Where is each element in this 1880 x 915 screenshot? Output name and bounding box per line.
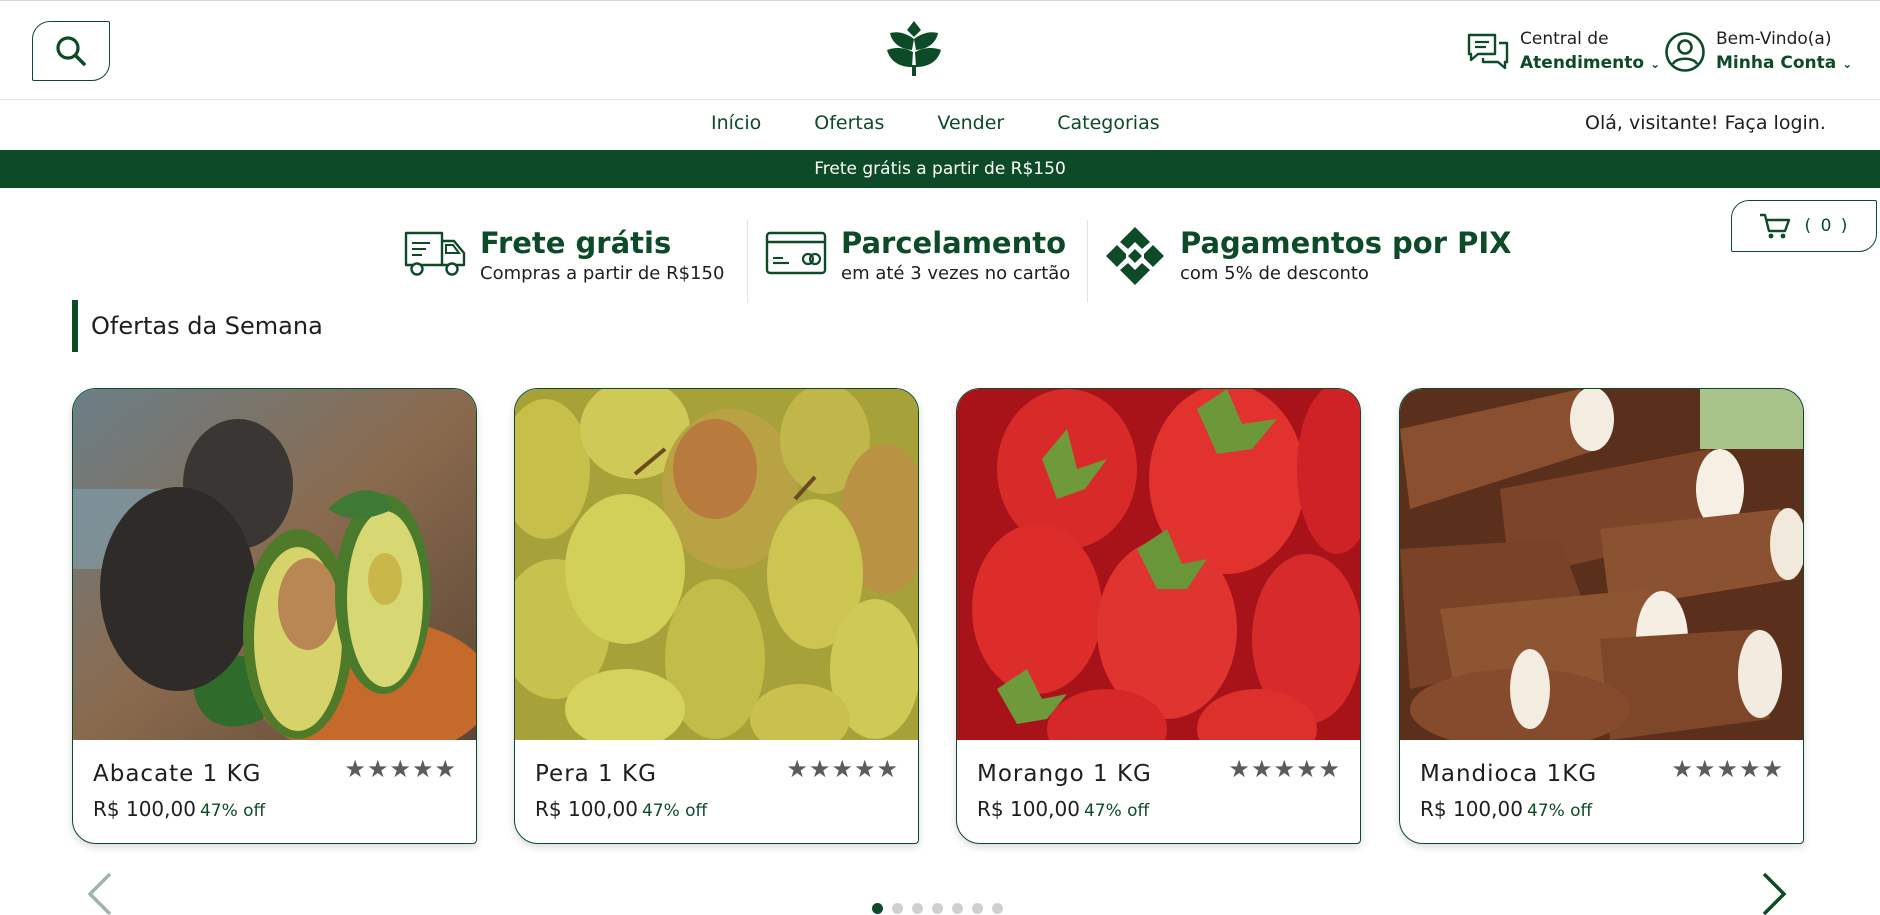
star-icon: ★	[786, 755, 808, 783]
nav-link-ofertas[interactable]: Ofertas	[814, 112, 884, 134]
feature-subtitle: Compras a partir de R$150	[480, 263, 725, 284]
feature-free-shipping: Frete grátis Compras a partir de R$150	[404, 225, 724, 287]
cart-icon	[1759, 213, 1790, 239]
product-image-avocado	[73, 389, 476, 740]
feature-title: Frete grátis	[480, 226, 672, 260]
star-icon: ★	[1250, 755, 1273, 783]
site-header: Central de Atendimento ⌄ Bem-Vindo(a) Min…	[0, 0, 1880, 100]
help-label-main: Atendimento ⌄	[1520, 53, 1661, 73]
product-price: R$ 100,00 47% off	[1420, 797, 1593, 821]
star-icon: ★	[1738, 755, 1761, 783]
chevron-down-icon: ⌄	[1842, 57, 1853, 71]
truck-icon	[404, 231, 466, 276]
cart-button[interactable]: ( 0 )	[1731, 200, 1877, 252]
star-icon: ★	[434, 755, 456, 783]
product-card[interactable]: Mandioca 1KG ★ ★ ★ ★ ★ R$ 100,00 47% off	[1399, 388, 1804, 844]
product-rating: ★ ★ ★ ★ ★	[1228, 757, 1340, 781]
feature-subtitle: com 5% de desconto	[1180, 263, 1369, 284]
product-name: Morango 1 KG	[977, 761, 1152, 787]
feature-pix: Pagamentos por PIX com 5% de desconto	[1104, 225, 1512, 287]
search-icon	[56, 36, 86, 66]
star-icon: ★	[853, 755, 876, 783]
cart-count: ( 0 )	[1804, 216, 1850, 236]
star-icon: ★	[411, 755, 434, 783]
search-button[interactable]	[32, 21, 110, 81]
star-icon: ★	[1273, 755, 1295, 783]
star-icon: ★	[1693, 755, 1716, 783]
carousel-dot[interactable]	[992, 903, 1003, 914]
carousel-pagination	[872, 903, 1003, 914]
product-rating: ★ ★ ★ ★ ★	[786, 757, 898, 781]
feature-divider	[747, 220, 748, 302]
star-icon: ★	[389, 755, 411, 783]
carousel-dot[interactable]	[932, 903, 943, 914]
carousel-dot[interactable]	[912, 903, 923, 914]
account-greeting: Bem-Vindo(a)	[1716, 29, 1832, 49]
product-name: Pera 1 KG	[535, 761, 657, 787]
star-icon: ★	[808, 755, 831, 783]
star-icon: ★	[366, 755, 389, 783]
product-rating: ★ ★ ★ ★ ★	[344, 757, 456, 781]
product-discount: 47% off	[1526, 801, 1593, 821]
nav-link-categorias[interactable]: Categorias	[1057, 112, 1159, 134]
product-name: Abacate 1 KG	[93, 761, 262, 787]
help-center-menu[interactable]: Central de Atendimento ⌄	[1466, 27, 1660, 76]
section-title: Ofertas da Semana	[72, 300, 323, 352]
feature-installments: Parcelamento em até 3 vezes no cartão	[765, 225, 1070, 287]
brand-logo[interactable]	[884, 19, 944, 77]
product-price: R$ 100,00 47% off	[535, 797, 708, 821]
main-nav: Início Ofertas Vender Categorias Olá, vi…	[0, 100, 1880, 150]
chat-bubbles-icon	[1467, 33, 1509, 69]
shipping-banner: Frete grátis a partir de R$150	[0, 150, 1880, 188]
feature-title: Parcelamento	[841, 226, 1067, 260]
product-discount: 47% off	[641, 801, 708, 821]
section-title-text: Ofertas da Semana	[91, 312, 323, 340]
feature-subtitle: em até 3 vezes no cartão	[841, 263, 1071, 284]
help-label-top: Central de	[1520, 29, 1609, 49]
product-price: R$ 100,00 47% off	[977, 797, 1150, 821]
star-icon: ★	[1318, 755, 1340, 783]
carousel-dot[interactable]	[872, 903, 883, 914]
product-card[interactable]: Morango 1 KG ★ ★ ★ ★ ★ R$ 100,00 47% off	[956, 388, 1361, 844]
product-card[interactable]: Abacate 1 KG ★ ★ ★ ★ ★ R$ 100,00 47% off	[72, 388, 477, 844]
product-image-pears	[515, 389, 918, 740]
product-discount: 47% off	[1083, 801, 1150, 821]
product-rating: ★ ★ ★ ★ ★	[1671, 757, 1783, 781]
carousel-next-button[interactable]	[1760, 872, 1790, 915]
credit-card-icon	[765, 231, 827, 275]
product-discount: 47% off	[199, 801, 266, 821]
carousel-prev-button[interactable]	[84, 872, 114, 915]
carousel-dot[interactable]	[972, 903, 983, 914]
product-name: Mandioca 1KG	[1420, 761, 1598, 787]
user-icon	[1665, 31, 1705, 72]
carousel-dot[interactable]	[892, 903, 903, 914]
product-price: R$ 100,00 47% off	[93, 797, 266, 821]
login-link[interactable]: Olá, visitante! Faça login.	[1585, 112, 1826, 134]
pix-icon	[1106, 227, 1164, 285]
star-icon: ★	[1671, 755, 1693, 783]
star-icon: ★	[876, 755, 898, 783]
product-image-cassava	[1400, 389, 1803, 740]
star-icon: ★	[1295, 755, 1318, 783]
feature-title: Pagamentos por PIX	[1180, 226, 1512, 260]
nav-link-inicio[interactable]: Início	[711, 112, 761, 134]
product-card[interactable]: Pera 1 KG ★ ★ ★ ★ ★ R$ 100,00 47% off	[514, 388, 919, 844]
product-image-strawberries	[957, 389, 1360, 740]
star-icon: ★	[1228, 755, 1250, 783]
banner-text: Frete grátis a partir de R$150	[814, 159, 1066, 179]
account-menu[interactable]: Bem-Vindo(a) Minha Conta ⌄	[1664, 27, 1852, 76]
nav-link-vender[interactable]: Vender	[937, 112, 1004, 134]
chevron-down-icon: ⌄	[1650, 57, 1661, 71]
star-icon: ★	[831, 755, 853, 783]
star-icon: ★	[1761, 755, 1783, 783]
carousel-dot[interactable]	[952, 903, 963, 914]
feature-divider	[1087, 220, 1088, 302]
account-label: Minha Conta ⌄	[1716, 53, 1853, 73]
star-icon: ★	[344, 755, 366, 783]
star-icon: ★	[1716, 755, 1738, 783]
